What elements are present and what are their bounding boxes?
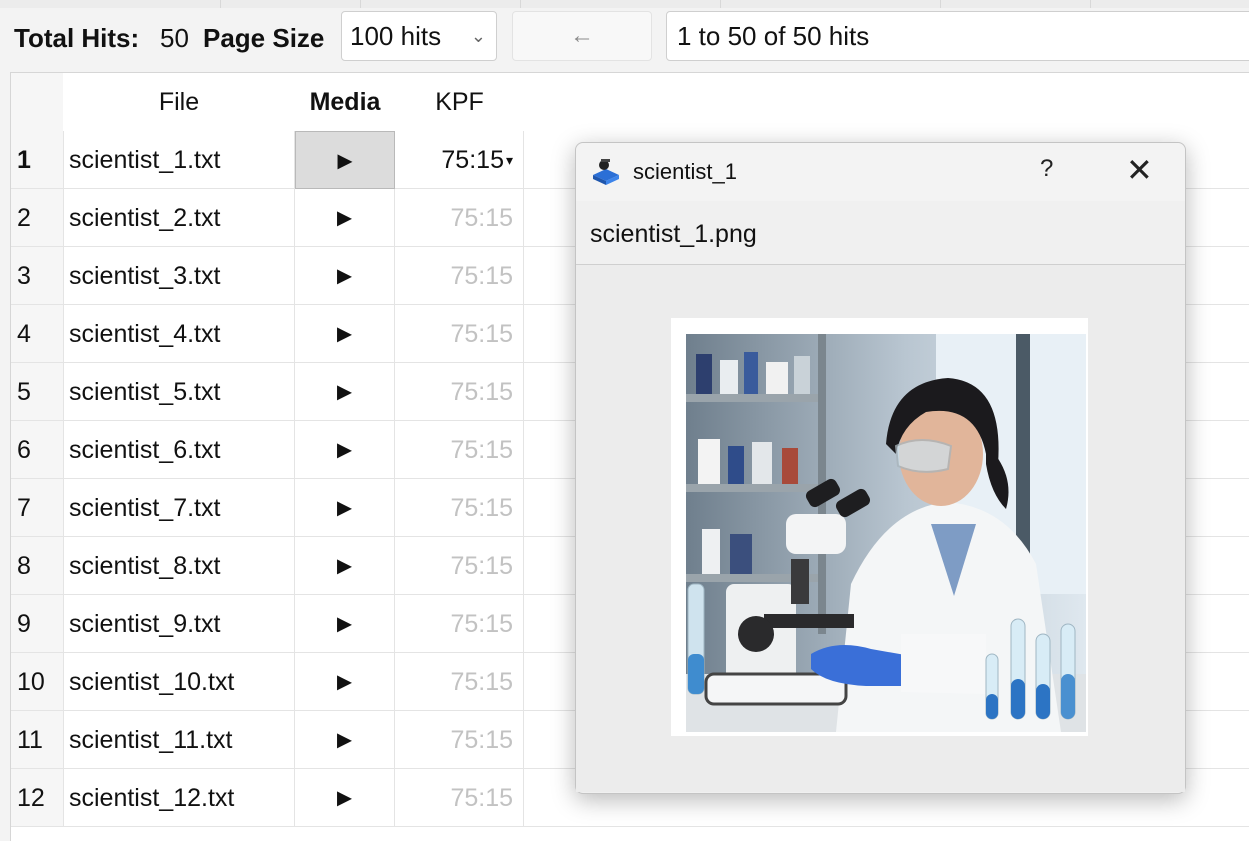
file-cell[interactable]: scientist_6.txt [63, 421, 295, 479]
column-header-file[interactable]: File [63, 73, 295, 131]
row-number: 12 [11, 769, 63, 827]
play-icon: ► [332, 668, 357, 696]
row-number: 3 [11, 247, 63, 305]
row-number: 10 [11, 653, 63, 711]
play-media-button[interactable]: ► [295, 131, 395, 189]
play-media-button[interactable]: ► [295, 247, 395, 305]
row-number: 4 [11, 305, 63, 363]
dialog-title: scientist_1 [633, 159, 737, 184]
row-number: 5 [11, 363, 63, 421]
close-button[interactable]: ✕ [1126, 151, 1153, 189]
play-media-button[interactable]: ► [295, 769, 395, 827]
file-cell[interactable]: scientist_2.txt [63, 189, 295, 247]
kpf-value: 75:15 [441, 146, 504, 174]
play-icon: ► [332, 494, 357, 522]
row-number: 1 [11, 131, 63, 189]
kpf-value[interactable]: 75:15 [395, 189, 524, 247]
page-size-label: Page Size [203, 23, 325, 53]
row-number-header [11, 73, 63, 131]
play-icon: ► [332, 552, 357, 580]
toolbar: Total Hits: 50 Page Size 100 hits ⌄ ← 1 … [0, 8, 1249, 68]
hit-range-field[interactable]: 1 to 50 of 50 hits [666, 11, 1249, 61]
play-icon: ► [332, 610, 357, 638]
row-number: 2 [11, 189, 63, 247]
play-icon: ► [332, 726, 357, 754]
row-number: 6 [11, 421, 63, 479]
kpf-value[interactable]: 75:15 [395, 653, 524, 711]
app-icon [593, 159, 619, 185]
play-media-button[interactable]: ► [295, 479, 395, 537]
row-number: 8 [11, 537, 63, 595]
play-icon: ► [332, 784, 357, 812]
file-cell[interactable]: scientist_5.txt [63, 363, 295, 421]
kpf-value[interactable]: 75:15 [395, 421, 524, 479]
dialog-title-bar[interactable]: scientist_1 ? ✕ [576, 143, 1185, 201]
play-icon: ► [332, 378, 357, 406]
caret-down-icon: ▾ [505, 152, 513, 168]
column-header-media[interactable]: Media [295, 73, 395, 131]
total-hits-label: Total Hits: [14, 23, 140, 53]
image-filename: scientist_1.png [576, 201, 1185, 265]
row-number: 11 [11, 711, 63, 769]
chevron-down-icon: ⌄ [470, 26, 486, 46]
image-preview-dialog: scientist_1 ? ✕ scientist_1.png [575, 142, 1186, 794]
file-cell[interactable]: scientist_9.txt [63, 595, 295, 653]
play-media-button[interactable]: ► [295, 595, 395, 653]
kpf-value[interactable]: 75:15 [395, 247, 524, 305]
file-cell[interactable]: scientist_12.txt [63, 769, 295, 827]
kpf-value[interactable]: 75:15 [395, 537, 524, 595]
kpf-value[interactable]: 75:15 [395, 595, 524, 653]
previous-page-button[interactable]: ← [512, 11, 652, 61]
play-icon: ► [332, 262, 357, 290]
play-icon: ► [332, 204, 357, 232]
play-media-button[interactable]: ► [295, 711, 395, 769]
play-media-button[interactable]: ► [295, 537, 395, 595]
play-icon: ► [332, 147, 358, 175]
row-number: 9 [11, 595, 63, 653]
kpf-value[interactable]: 75:15 [395, 363, 524, 421]
scientist-photo [686, 334, 1086, 732]
page-size-select[interactable]: 100 hits ⌄ [341, 11, 497, 61]
column-header-kpf[interactable]: KPF [395, 73, 524, 131]
play-icon: ► [332, 320, 357, 348]
play-media-button[interactable]: ► [295, 653, 395, 711]
file-cell[interactable]: scientist_4.txt [63, 305, 295, 363]
image-frame [671, 318, 1088, 736]
file-cell[interactable]: scientist_10.txt [63, 653, 295, 711]
help-button[interactable]: ? [1040, 155, 1053, 183]
image-viewer [576, 265, 1185, 792]
row-number: 7 [11, 479, 63, 537]
kpf-value[interactable]: 75:15 [395, 769, 524, 827]
play-icon: ► [332, 436, 357, 464]
kpf-dropdown[interactable]: 75:15 ▾ [395, 131, 524, 189]
kpf-value[interactable]: 75:15 [395, 305, 524, 363]
play-media-button[interactable]: ► [295, 189, 395, 247]
page-size-value: 100 hits [350, 21, 442, 51]
total-hits-value: 50 [160, 23, 189, 53]
play-media-button[interactable]: ► [295, 421, 395, 479]
kpf-value[interactable]: 75:15 [395, 711, 524, 769]
file-cell[interactable]: scientist_8.txt [63, 537, 295, 595]
file-cell[interactable]: scientist_7.txt [63, 479, 295, 537]
file-cell[interactable]: scientist_1.txt [63, 131, 295, 189]
play-media-button[interactable]: ► [295, 305, 395, 363]
file-cell[interactable]: scientist_11.txt [63, 711, 295, 769]
file-cell[interactable]: scientist_3.txt [63, 247, 295, 305]
play-media-button[interactable]: ► [295, 363, 395, 421]
kpf-value[interactable]: 75:15 [395, 479, 524, 537]
